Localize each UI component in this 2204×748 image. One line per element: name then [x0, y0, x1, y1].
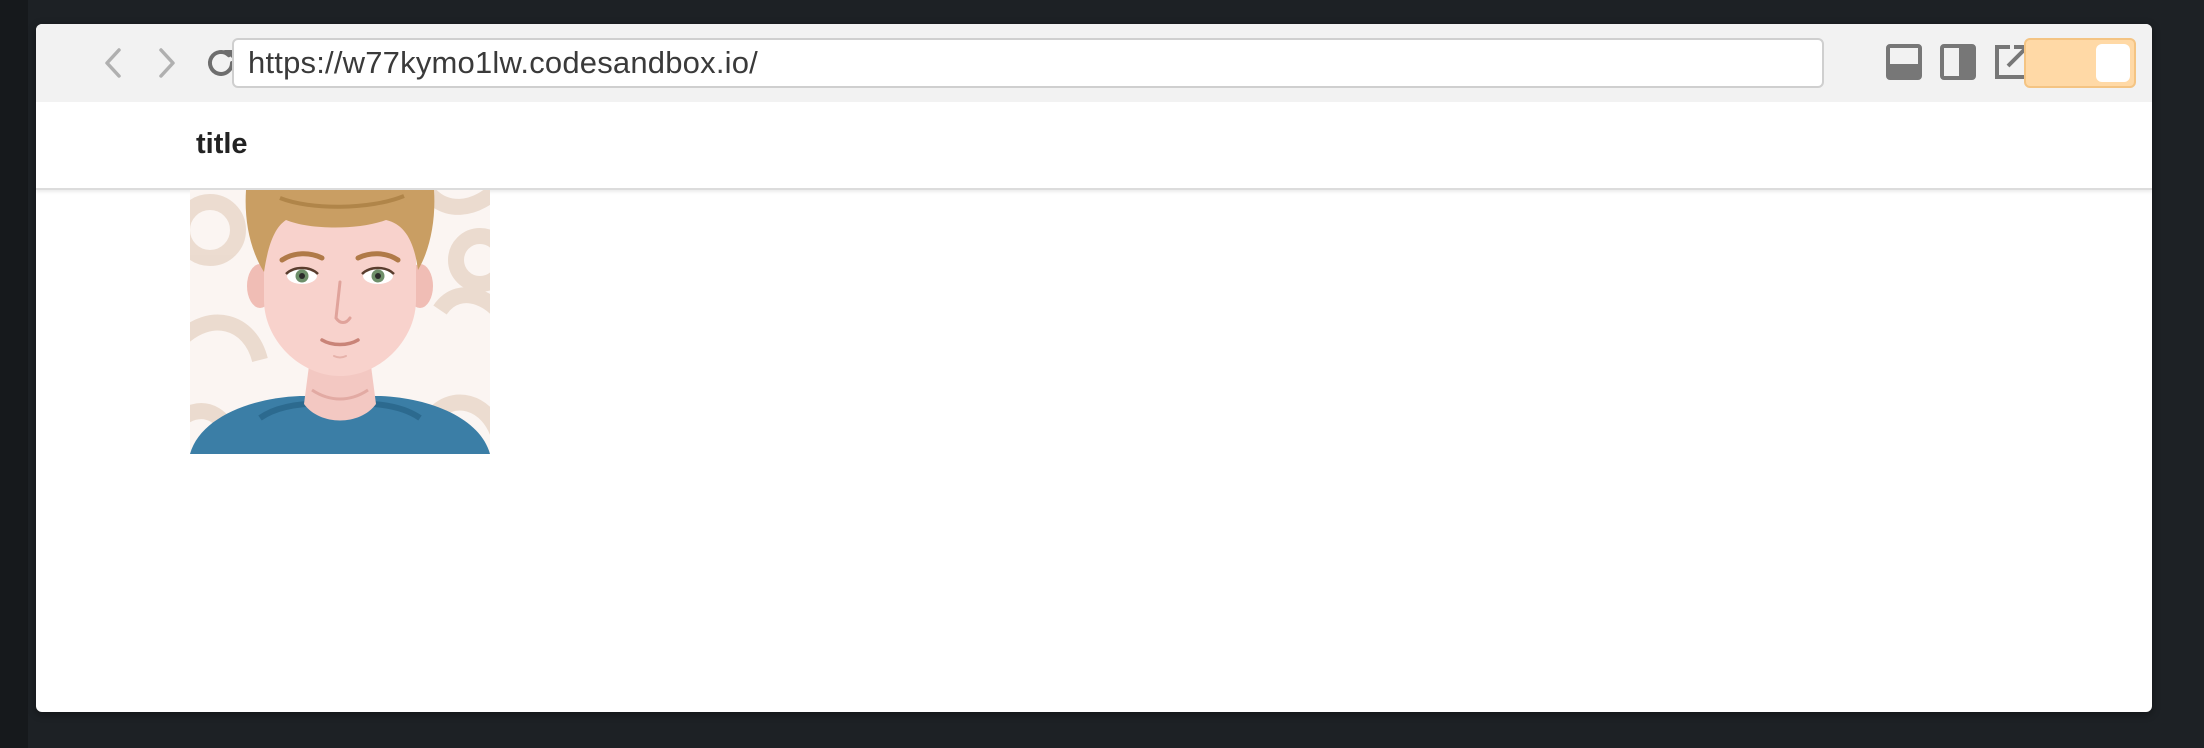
browser-preview-window: https://w77kymo1lw.codesandbox.io/ title: [36, 24, 2152, 712]
avatar-illustration-icon: [190, 190, 490, 454]
editor-sidebar-edge: [0, 0, 28, 748]
address-bar[interactable]: https://w77kymo1lw.codesandbox.io/: [232, 38, 1824, 88]
app-header: title: [36, 102, 2152, 190]
forward-button[interactable]: [146, 42, 188, 84]
browser-toolbar: https://w77kymo1lw.codesandbox.io/: [36, 24, 2152, 102]
layout-bottom-button[interactable]: [1884, 42, 1924, 82]
layout-side-button[interactable]: [1938, 42, 1978, 82]
url-text: https://w77kymo1lw.codesandbox.io/: [248, 45, 758, 80]
toggle-knob: [2096, 44, 2130, 82]
app-title: title: [196, 128, 248, 160]
back-button[interactable]: [92, 42, 134, 84]
layout-side-panel-icon: [1940, 44, 1976, 80]
avatar-image: [190, 190, 490, 454]
preview-toggle[interactable]: [2024, 38, 2136, 88]
chevron-right-icon: [159, 48, 175, 78]
chevron-left-icon: [105, 48, 121, 78]
layout-bottom-panel-icon: [1886, 44, 1922, 80]
